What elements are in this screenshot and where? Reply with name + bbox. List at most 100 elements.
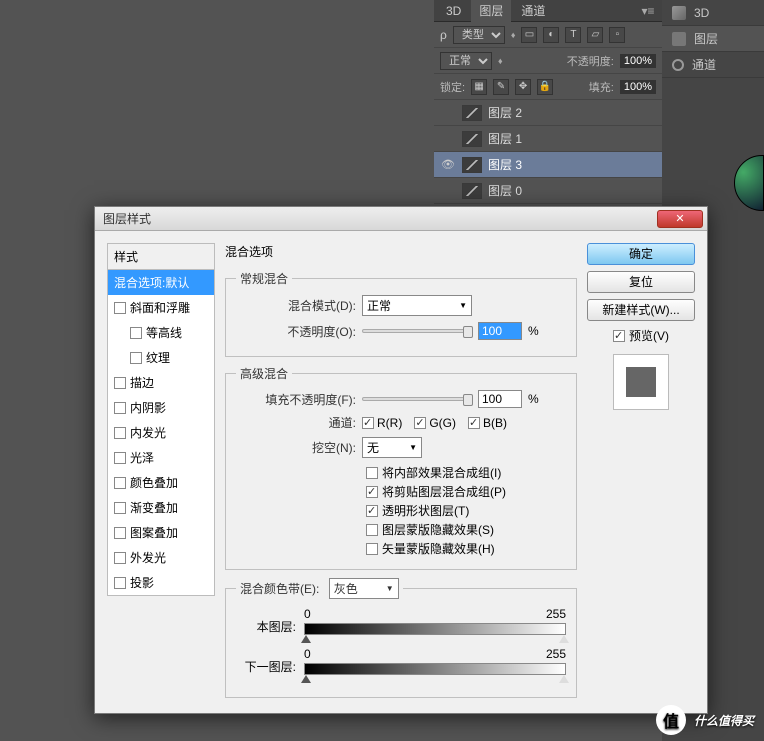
ok-button[interactable]: 确定 <box>587 243 695 265</box>
style-item[interactable]: 内发光 <box>108 420 214 445</box>
option-label: 将剪贴图层混合成组(P) <box>382 483 506 500</box>
style-item[interactable]: 外发光 <box>108 545 214 570</box>
checkbox-icon[interactable] <box>114 577 126 589</box>
close-button[interactable]: ✕ <box>657 210 703 228</box>
filter-image-icon[interactable]: ▭ <box>521 27 537 43</box>
preview-checkbox[interactable]: 预览(V) <box>587 327 695 344</box>
checkbox-icon[interactable] <box>130 327 142 339</box>
dialog-titlebar[interactable]: 图层样式 ✕ <box>95 207 707 231</box>
advanced-option[interactable]: 将内部效果混合成组(I) <box>366 464 566 481</box>
ramp-white-stop[interactable] <box>559 635 569 643</box>
tab-3d[interactable]: 3D <box>438 1 469 21</box>
styles-column: 样式 混合选项:默认斜面和浮雕等高线纹理描边内阴影内发光光泽颜色叠加渐变叠加图案… <box>107 243 215 701</box>
checkbox-icon[interactable] <box>114 402 126 414</box>
channel-checkbox[interactable]: G(G) <box>414 416 456 430</box>
style-item[interactable]: 等高线 <box>108 320 214 345</box>
blend-if-channel-select[interactable]: 灰色 <box>329 578 399 599</box>
ramp-black-stop[interactable] <box>301 675 311 683</box>
checkbox-icon[interactable] <box>114 527 126 539</box>
watermark-badge: 值 <box>656 705 686 735</box>
lock-all-icon[interactable]: 🔒 <box>537 79 553 95</box>
filter-kind-icon[interactable]: ρ <box>440 28 447 42</box>
style-item[interactable]: 图案叠加 <box>108 520 214 545</box>
style-item[interactable]: 描边 <box>108 370 214 395</box>
tab-channels[interactable]: 通道 <box>513 0 553 22</box>
style-item[interactable]: 纹理 <box>108 345 214 370</box>
layer-thumb[interactable] <box>462 131 482 147</box>
opacity-slider[interactable] <box>362 329 472 333</box>
advanced-option[interactable]: 图层蒙版隐藏效果(S) <box>366 521 566 538</box>
fill-opacity-slider[interactable] <box>362 397 472 401</box>
dock-tab-3d[interactable]: 3D <box>662 0 764 26</box>
style-item[interactable]: 混合选项:默认 <box>108 270 214 295</box>
opacity-input[interactable]: 100 <box>478 322 522 340</box>
filter-shape-icon[interactable]: ▱ <box>587 27 603 43</box>
advanced-option[interactable]: 透明形状图层(T) <box>366 502 566 519</box>
layer-row[interactable]: 图层 2 <box>434 100 662 126</box>
this-layer-ramp[interactable] <box>304 623 566 635</box>
lock-brush-icon[interactable]: ✎ <box>493 79 509 95</box>
layer-name[interactable]: 图层 3 <box>488 156 522 173</box>
layer-row[interactable]: 图层 1 <box>434 126 662 152</box>
layer-name[interactable]: 图层 2 <box>488 104 522 121</box>
blend-mode-select[interactable]: 正常 <box>362 295 472 316</box>
checkbox-icon[interactable] <box>114 302 126 314</box>
filter-type-icon[interactable]: T <box>565 27 581 43</box>
filter-type-select[interactable]: 类型 <box>453 26 505 44</box>
ramp-black-stop[interactable] <box>301 635 311 643</box>
lock-pixels-icon[interactable]: ▦ <box>471 79 487 95</box>
dock-tab-layers[interactable]: 图层 <box>662 26 764 52</box>
checkbox-icon[interactable] <box>114 477 126 489</box>
new-style-button[interactable]: 新建样式(W)... <box>587 299 695 321</box>
checkbox-icon[interactable] <box>114 452 126 464</box>
checkmark-icon <box>414 417 426 429</box>
layer-row[interactable]: 图层 0 <box>434 178 662 204</box>
layer-thumb[interactable] <box>462 105 482 121</box>
ramp-white-stop[interactable] <box>559 675 569 683</box>
checkbox-icon[interactable] <box>114 377 126 389</box>
style-item[interactable]: 光泽 <box>108 445 214 470</box>
cancel-button[interactable]: 复位 <box>587 271 695 293</box>
style-item-label: 颜色叠加 <box>130 474 178 491</box>
style-item-label: 光泽 <box>130 449 154 466</box>
underlying-layer-ramp[interactable] <box>304 663 566 675</box>
fill-opacity-input[interactable]: 100 <box>478 390 522 408</box>
advanced-option[interactable]: 将剪贴图层混合成组(P) <box>366 483 566 500</box>
knockout-select[interactable]: 无 <box>362 437 422 458</box>
layer-thumb[interactable] <box>462 157 482 173</box>
opacity-value[interactable]: 100% <box>620 54 656 68</box>
checkbox-icon[interactable] <box>114 427 126 439</box>
layer-thumb[interactable] <box>462 183 482 199</box>
advanced-legend: 高级混合 <box>236 365 292 382</box>
panel-blend-select[interactable]: 正常 <box>440 52 492 70</box>
section-title: 混合选项 <box>225 243 577 260</box>
watermark-text: 什么值得买 <box>694 712 754 729</box>
layer-name[interactable]: 图层 0 <box>488 182 522 199</box>
style-item-label: 图案叠加 <box>130 524 178 541</box>
style-item[interactable]: 投影 <box>108 570 214 595</box>
filter-adjust-icon[interactable]: ◐ <box>543 27 559 43</box>
style-item[interactable]: 颜色叠加 <box>108 470 214 495</box>
layer-row[interactable]: 👁 图层 3 <box>434 152 662 178</box>
tab-layers[interactable]: 图层 <box>471 0 511 22</box>
panel-menu-icon[interactable]: ▾≡ <box>638 4 658 18</box>
fill-value[interactable]: 100% <box>620 80 656 94</box>
channels-icon <box>672 59 684 71</box>
dock-tab-channels[interactable]: 通道 <box>662 52 764 78</box>
channels-holder: R(R) G(G) B(B) <box>362 416 507 430</box>
layer-name[interactable]: 图层 1 <box>488 130 522 147</box>
filter-smart-icon[interactable]: ▫ <box>609 27 625 43</box>
checkbox-icon[interactable] <box>130 352 142 364</box>
channel-checkbox[interactable]: R(R) <box>362 416 402 430</box>
general-legend: 常规混合 <box>236 270 292 287</box>
advanced-option[interactable]: 矢量蒙版隐藏效果(H) <box>366 540 566 557</box>
lock-move-icon[interactable]: ✥ <box>515 79 531 95</box>
channel-checkbox[interactable]: B(B) <box>468 416 507 430</box>
style-item[interactable]: 内阴影 <box>108 395 214 420</box>
checkbox-icon[interactable] <box>114 552 126 564</box>
style-item[interactable]: 斜面和浮雕 <box>108 295 214 320</box>
visibility-icon[interactable]: 👁 <box>440 158 456 171</box>
style-item[interactable]: 渐变叠加 <box>108 495 214 520</box>
checkbox-icon[interactable] <box>114 502 126 514</box>
layers-icon <box>672 32 686 46</box>
